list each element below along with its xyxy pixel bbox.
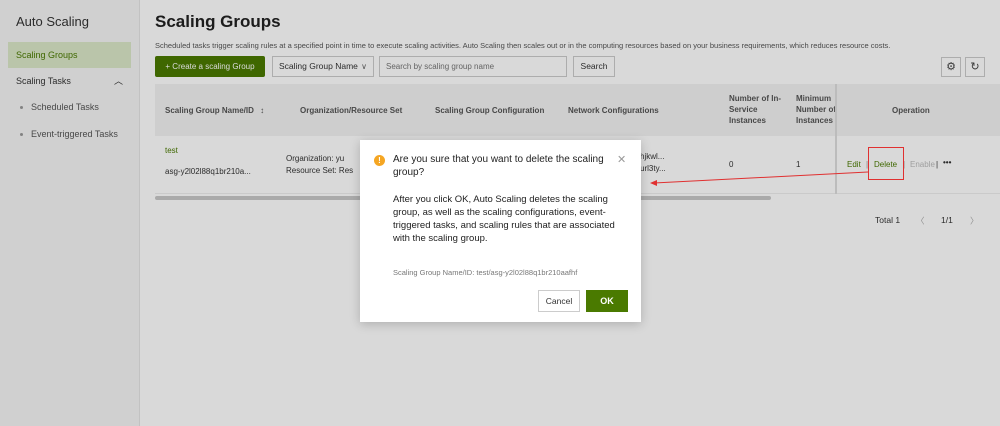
ok-button[interactable]: OK (586, 290, 628, 312)
cancel-button[interactable]: Cancel (538, 290, 580, 312)
dialog-group-id: Scaling Group Name/ID: test/asg-y2l02l88… (393, 268, 578, 277)
close-icon[interactable]: ✕ (617, 153, 626, 166)
dialog-body: After you click OK, Auto Scaling deletes… (393, 194, 615, 244)
warning-icon: ! (374, 155, 385, 166)
delete-confirm-dialog: ! Are you sure that you want to delete t… (360, 140, 641, 322)
dialog-title: Are you sure that you want to delete the… (393, 154, 604, 178)
